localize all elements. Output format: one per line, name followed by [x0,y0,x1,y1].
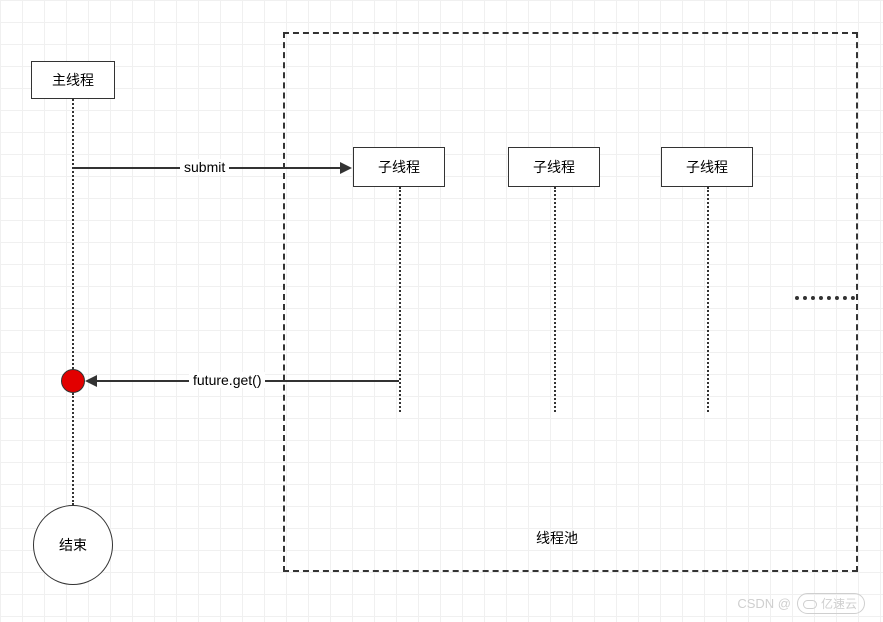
thread-pool-label: 线程池 [536,528,578,548]
submit-label: submit [180,159,229,175]
watermark: CSDN @ 亿速云 [737,593,865,614]
watermark-prefix: CSDN @ [737,596,791,611]
watermark-brand: 亿速云 [821,595,857,612]
child-thread-box-2: 子线程 [508,147,600,187]
blocking-point-icon [61,369,85,393]
end-node: 结束 [33,505,113,585]
main-thread-label: 主线程 [52,70,94,90]
child-thread-label-3: 子线程 [686,157,728,177]
child-thread-box-1: 子线程 [353,147,445,187]
child-lifeline-2 [554,187,556,412]
future-get-label: future.get() [189,372,265,388]
watermark-logo: 亿速云 [797,593,865,614]
main-lifeline-2 [72,393,74,505]
child-thread-label-2: 子线程 [533,157,575,177]
end-label: 结束 [59,535,87,555]
child-thread-label-1: 子线程 [378,157,420,177]
child-thread-box-3: 子线程 [661,147,753,187]
child-lifeline-1 [399,187,401,412]
child-lifeline-3 [707,187,709,412]
ellipsis-icon [795,296,855,300]
future-get-arrow-head-icon [85,375,97,387]
main-lifeline-1 [72,99,74,369]
thread-pool-container [283,32,858,572]
main-thread-box: 主线程 [31,61,115,99]
cloud-icon [802,599,818,609]
